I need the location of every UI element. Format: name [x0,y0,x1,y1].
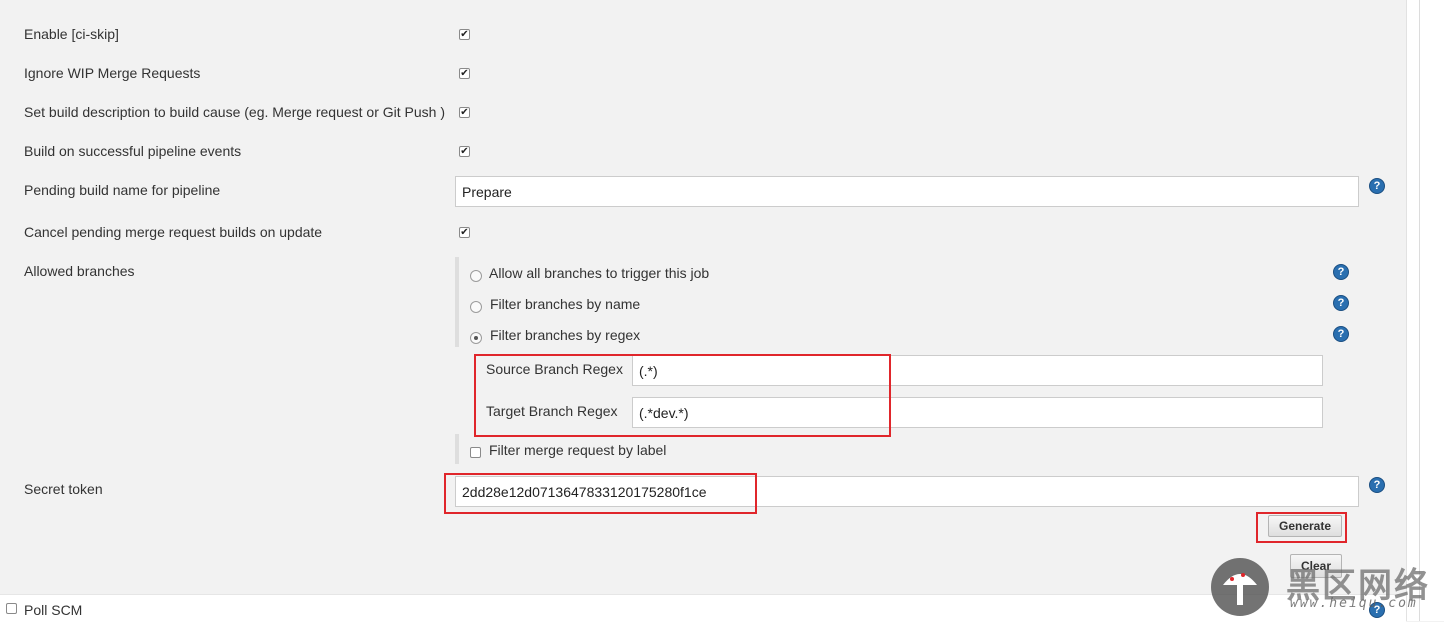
regex-highlight-box [474,354,891,437]
generate-highlight-box [1256,512,1347,543]
filter-label-label: Filter merge request by label [489,442,667,458]
ci-skip-label: Enable [ci-skip] [24,26,119,42]
pending-build-label: Pending build name for pipeline [24,182,221,198]
divider [1419,0,1420,621]
cancel-pending-checkbox[interactable]: ✔ [459,227,470,238]
watermark-url: www.heiqu.com [1290,596,1418,611]
poll-scm-checkbox[interactable] [6,603,17,614]
poll-scm-label: Poll SCM [24,602,83,618]
ci-skip-checkbox[interactable]: ✔ [459,29,470,40]
allow-all-radio[interactable] [470,270,482,282]
ignore-wip-label: Ignore WIP Merge Requests [24,65,201,81]
right-scrollbar-area [1406,0,1444,621]
watermark-logo-icon [1211,558,1269,616]
pending-build-input[interactable] [455,176,1359,207]
section-indent-bar [455,434,459,464]
help-icon[interactable]: ? [1333,295,1349,311]
help-icon[interactable]: ? [1369,477,1385,493]
build-description-label: Set build description to build cause (eg… [24,104,445,120]
section-indent-bar [455,257,459,347]
allow-all-label: Allow all branches to trigger this job [489,265,710,281]
cancel-pending-label: Cancel pending merge request builds on u… [24,224,323,240]
filter-by-regex-radio[interactable] [470,332,482,344]
build-description-checkbox[interactable]: ✔ [459,107,470,118]
pipeline-events-checkbox[interactable]: ✔ [459,146,470,157]
bottom-section [0,594,1406,622]
help-icon[interactable]: ? [1369,178,1385,194]
filter-by-regex-label: Filter branches by regex [490,327,641,343]
token-highlight-box [444,473,757,514]
help-icon[interactable]: ? [1333,326,1349,342]
allowed-branches-label: Allowed branches [24,263,135,279]
filter-label-checkbox[interactable] [470,447,481,458]
filter-by-name-radio[interactable] [470,301,482,313]
secret-token-label: Secret token [24,481,103,497]
filter-by-name-label: Filter branches by name [490,296,641,312]
pipeline-events-label: Build on successful pipeline events [24,143,242,159]
ignore-wip-checkbox[interactable]: ✔ [459,68,470,79]
help-icon[interactable]: ? [1333,264,1349,280]
